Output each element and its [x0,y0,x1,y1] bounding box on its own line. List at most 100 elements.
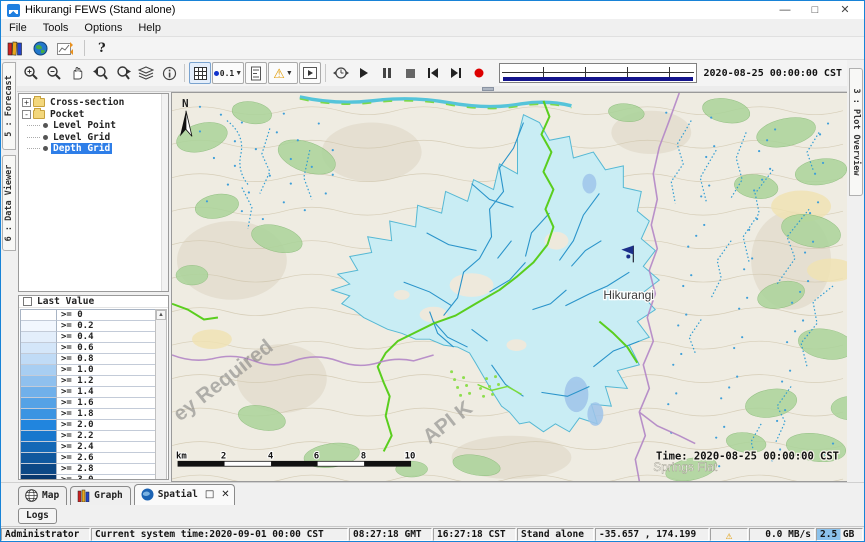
zoom-previous-icon[interactable] [89,62,111,84]
status-warning-icon[interactable]: ⚠ [710,528,748,541]
menu-options[interactable]: Options [76,21,130,35]
tree-scrollbar[interactable] [161,94,168,291]
legend-row[interactable]: >= 0.4 [21,332,155,343]
skip-start-button[interactable] [422,62,444,84]
tree-item[interactable]: + Cross-section [22,97,168,109]
legend-swatch [21,431,57,442]
data-explorer-icon[interactable] [5,38,25,58]
legend-row-label: >= 0.6 [57,343,155,354]
legend-swatch [21,376,57,387]
last-value-checkbox[interactable] [23,297,32,306]
legend-row[interactable]: >= 0.2 [21,321,155,332]
legend-row[interactable]: >= 0.8 [21,354,155,365]
toolbar-separator [184,64,185,82]
time-slider-handle[interactable] [482,87,494,91]
close-button[interactable]: ✕ [830,2,860,18]
legend-row-label: >= 2.2 [57,431,155,442]
legend-scrollbar[interactable]: ▲ ▼ [155,309,167,480]
tab-forecast[interactable]: 5 : Forecast [2,62,16,150]
status-local-time: 16:27:18 CST [433,528,516,541]
map-toolbar: 0.1 ▼ ⚠ ▼ [17,60,847,86]
legend-row[interactable]: >= 0.6 [21,343,155,354]
tree-item[interactable]: Level Grid [22,132,168,144]
map-canvas[interactable]: ey Required API K Hikurangi Springs Flat [171,92,847,482]
layers-icon[interactable] [135,62,157,84]
timeline-slider[interactable] [499,63,697,83]
legend-swatch [21,332,57,343]
scroll-up-icon[interactable]: ▲ [156,310,166,320]
globe-icon[interactable] [30,38,50,58]
chevron-down-icon: ▼ [235,70,242,77]
pan-hand-icon[interactable] [66,62,88,84]
help-button[interactable]: ? [94,41,110,56]
menu-bar: File Tools Options Help [1,19,864,37]
legend-row[interactable]: >= 2.8 [21,464,155,475]
menu-help[interactable]: Help [130,21,169,35]
left-tab-strip: 5 : Forecast 6 : Data Viewer [1,60,17,482]
display-shortcuts-icon[interactable] [55,38,75,58]
legend-row[interactable]: >= 3.0 [21,475,155,480]
play-button[interactable] [353,62,375,84]
legend-panel: Last Value >= 0>= 0.2>= 0.4>= 0.6>= 0.8>… [18,295,169,480]
legend-table: >= 0>= 0.2>= 0.4>= 0.6>= 0.8>= 1.0>= 1.2… [20,309,155,480]
tree-item[interactable]: Level Point [22,120,168,132]
logs-button[interactable]: Logs [18,508,57,524]
tree-connector [27,137,40,138]
menu-tools[interactable]: Tools [35,21,77,35]
bottom-tab-bar: Map Graph Spatial □ ✕ [1,482,864,505]
tree-item[interactable]: - Pocket [22,109,168,121]
app-icon [7,4,20,17]
animation-button[interactable] [299,62,321,84]
legend-row[interactable]: >= 2.4 [21,442,155,453]
contour-interval-button[interactable]: 0.1 ▼ [212,62,244,84]
tree-item-label: Pocket [48,109,86,120]
dot-icon [214,71,219,76]
stop-button[interactable] [399,62,421,84]
grid-toggle-button[interactable] [189,62,211,84]
legend-row[interactable]: >= 1.8 [21,409,155,420]
zoom-next-icon[interactable] [112,62,134,84]
title-bar[interactable]: Hikurangi FEWS (Stand alone) — □ ✕ [1,1,864,19]
zoom-out-icon[interactable] [43,62,65,84]
tree-item[interactable]: Depth Grid [22,143,168,155]
tree-item-label: Cross-section [48,97,126,108]
tab-map[interactable]: Map [18,486,67,505]
legend-row-label: >= 0.4 [57,332,155,343]
legend-row[interactable]: >= 1.0 [21,365,155,376]
tree: + Cross-section - PocketLevel PointLevel Gr… [18,93,169,292]
skip-end-button[interactable] [445,62,467,84]
info-icon[interactable] [158,62,180,84]
minimize-button[interactable]: — [770,2,800,18]
menu-file[interactable]: File [1,21,35,35]
legend-row[interactable]: >= 1.4 [21,387,155,398]
svg-text:6: 6 [314,451,319,461]
legend-row[interactable]: >= 2.2 [21,431,155,442]
legend-row[interactable]: >= 1.2 [21,376,155,387]
tab-data-viewer[interactable]: 6 : Data Viewer [2,155,16,251]
tab-plot-overview[interactable]: 3 : Plot Overview [849,68,863,196]
tab-spatial[interactable]: Spatial □ ✕ [134,484,235,505]
legend-row[interactable]: >= 2.0 [21,420,155,431]
legend-row[interactable]: >= 1.6 [21,398,155,409]
chevron-down-icon: ▼ [286,70,293,77]
scale-bar-button[interactable] [245,62,267,84]
tab-close-icon[interactable]: ✕ [221,489,229,500]
tab-graph[interactable]: Graph [70,486,131,505]
warning-threshold-button[interactable]: ⚠ ▼ [268,62,298,84]
status-memory: 2.5 GB [816,528,863,541]
tree-expander-icon[interactable]: + [22,98,31,107]
tab-maximize-icon[interactable]: □ [205,489,214,500]
bar-chart-icon [77,489,90,502]
tree-item-label: Level Point [51,120,118,131]
record-button[interactable] [468,62,490,84]
zoom-in-icon[interactable] [20,62,42,84]
svg-text:2: 2 [221,451,226,461]
legend-swatch [21,398,57,409]
animation-settings-icon[interactable] [330,62,352,84]
maximize-button[interactable]: □ [800,2,830,18]
pause-button[interactable] [376,62,398,84]
folder-icon [33,98,45,107]
legend-row[interactable]: >= 0 [21,310,155,321]
legend-row[interactable]: >= 2.6 [21,453,155,464]
tree-expander-icon[interactable]: - [22,110,31,119]
